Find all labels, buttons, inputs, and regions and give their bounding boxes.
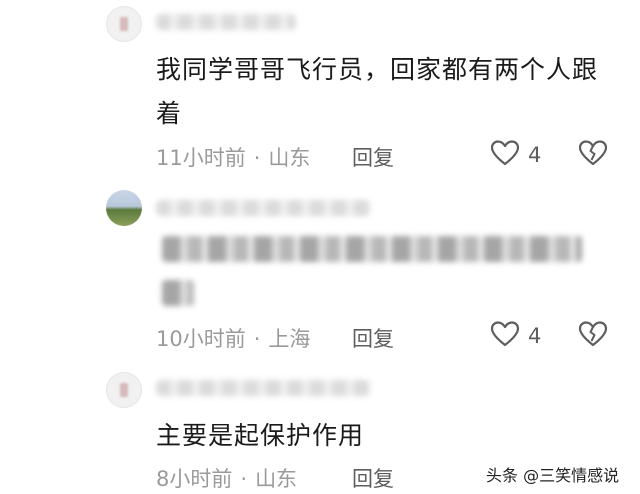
meta-separator: ·	[240, 467, 248, 491]
reply-button[interactable]: 回复	[352, 323, 394, 353]
broken-heart-icon	[578, 140, 608, 171]
comment-meta: 8小时前 · 山东	[156, 463, 297, 493]
heart-icon	[490, 139, 520, 171]
comment-time: 8小时前	[156, 467, 233, 491]
reply-button[interactable]: 回复	[352, 142, 394, 172]
username-blurred[interactable]	[156, 380, 371, 396]
comment-meta: 11小时前 · 山东	[156, 142, 310, 172]
username-blurred[interactable]	[156, 14, 296, 30]
comment-time: 10小时前	[156, 327, 246, 351]
comment-text-blurred	[162, 280, 194, 306]
heart-icon	[490, 320, 520, 352]
comment-text-blurred	[162, 236, 582, 262]
comment-location: 上海	[268, 327, 311, 351]
avatar[interactable]	[106, 372, 142, 408]
comment-location: 山东	[255, 467, 298, 491]
dislike-button[interactable]	[578, 139, 608, 171]
like-button[interactable]: 4	[490, 139, 541, 171]
like-count: 4	[528, 143, 542, 167]
comment-text-line-1: 主要是起保护作用	[156, 421, 365, 450]
broken-heart-icon	[578, 321, 608, 352]
meta-separator: ·	[253, 327, 261, 351]
dislike-button[interactable]	[578, 320, 608, 352]
username-blurred[interactable]	[156, 200, 371, 216]
avatar[interactable]	[106, 6, 142, 42]
comment-meta: 10小时前 · 上海	[156, 323, 310, 353]
meta-separator: ·	[253, 146, 261, 170]
comment-location: 山东	[268, 146, 311, 170]
comment-text-line-1: 我同学哥哥飞行员，回家都有两个人跟	[156, 55, 599, 84]
like-button[interactable]: 4	[490, 320, 541, 352]
comment-time: 11小时前	[156, 146, 246, 170]
comment-text-line-2: 着	[156, 99, 183, 128]
watermark: 头条 @三笑情感说	[486, 466, 620, 485]
reply-button[interactable]: 回复	[352, 463, 394, 493]
avatar[interactable]	[106, 190, 142, 226]
like-count: 4	[528, 324, 542, 348]
